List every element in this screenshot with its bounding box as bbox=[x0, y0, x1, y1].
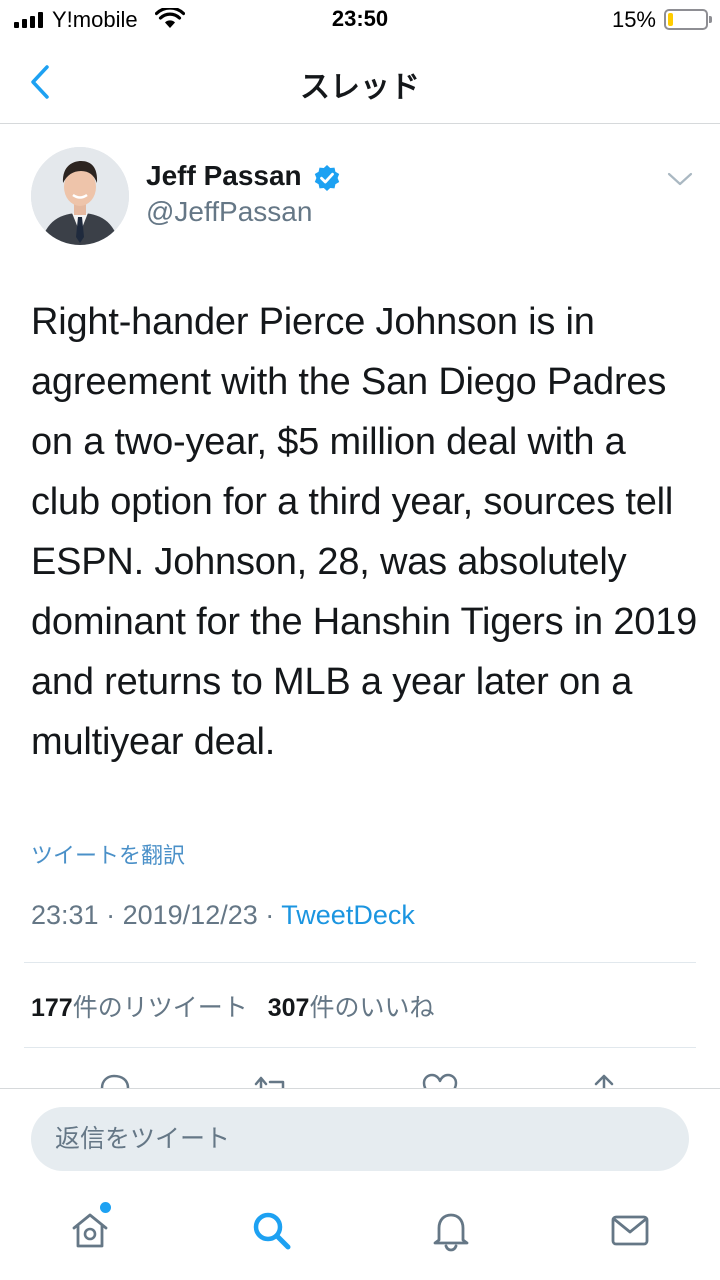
status-bar: Y!mobile 23:50 15% bbox=[0, 0, 720, 40]
reply-icon[interactable] bbox=[94, 1070, 134, 1088]
action-row bbox=[0, 1052, 720, 1088]
author-handle[interactable]: @JeffPassan bbox=[146, 196, 312, 228]
tweet-time: 23:31 bbox=[31, 900, 99, 930]
battery-icon bbox=[664, 9, 712, 30]
home-icon bbox=[72, 1213, 108, 1248]
page-title: スレッド bbox=[300, 71, 420, 104]
like-stat[interactable]: 307件のいいね bbox=[268, 994, 435, 1022]
tweet-date: 2019/12/23 bbox=[122, 900, 258, 930]
verified-badge-icon bbox=[314, 165, 340, 191]
tab-notifications[interactable] bbox=[429, 1208, 473, 1252]
tab-search[interactable] bbox=[249, 1208, 293, 1252]
nav-bar: スレッド bbox=[0, 40, 720, 124]
avatar[interactable] bbox=[31, 147, 129, 245]
author-name[interactable]: Jeff Passan bbox=[146, 160, 302, 192]
battery-level bbox=[668, 13, 673, 26]
tab-bar bbox=[0, 1188, 720, 1280]
new-content-dot bbox=[100, 1202, 111, 1213]
messages-icon bbox=[611, 1215, 649, 1246]
like-label: 件のいいね bbox=[309, 994, 435, 1022]
chevron-down-icon[interactable] bbox=[666, 168, 694, 190]
retweet-count: 177 bbox=[31, 994, 73, 1022]
reply-bar bbox=[0, 1088, 720, 1188]
retweet-stat[interactable]: 177件のリツイート bbox=[31, 994, 248, 1022]
translate-tweet-link[interactable]: ツイートを翻訳 bbox=[31, 838, 185, 870]
retweet-icon[interactable] bbox=[252, 1070, 292, 1088]
tab-home[interactable] bbox=[68, 1202, 112, 1252]
like-icon[interactable] bbox=[420, 1070, 460, 1088]
meta-separator: · bbox=[106, 900, 116, 930]
tweet-source-link[interactable]: TweetDeck bbox=[281, 900, 415, 930]
share-icon[interactable] bbox=[584, 1070, 624, 1088]
avatar-image bbox=[31, 147, 129, 245]
tweet-text: Right-hander Pierce Johnson is in agreem… bbox=[31, 301, 698, 763]
divider bbox=[24, 962, 696, 963]
like-count: 307 bbox=[267, 994, 310, 1022]
battery-percent: 15% bbox=[611, 7, 656, 32]
notifications-icon bbox=[433, 1213, 469, 1252]
search-icon bbox=[253, 1212, 291, 1250]
tweet-stats: 177件のリツイート 307件のいいね bbox=[31, 988, 434, 1024]
divider bbox=[24, 1047, 696, 1048]
tab-messages[interactable] bbox=[608, 1208, 652, 1252]
tweet-meta: 23:31 · 2019/12/23 · TweetDeck bbox=[31, 900, 415, 931]
retweet-label: 件のリツイート bbox=[72, 994, 248, 1022]
reply-input[interactable] bbox=[31, 1107, 689, 1171]
meta-separator: · bbox=[265, 900, 275, 930]
